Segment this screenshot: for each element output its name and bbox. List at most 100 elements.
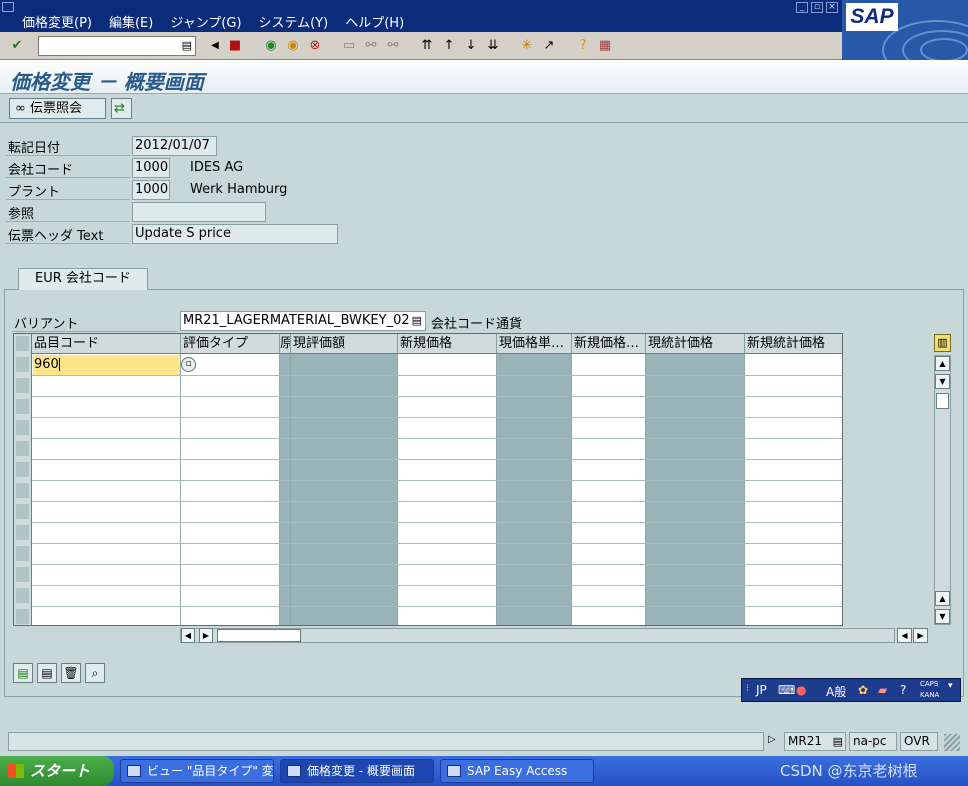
scroll-down-icon[interactable]: ▼ [935,374,950,389]
header-origin[interactable]: 原 [280,334,291,354]
first-page-icon[interactable]: ⇈ [418,37,436,55]
system-menu-icon[interactable] [2,2,14,12]
ime-dictionary-icon[interactable]: ✿ [858,683,868,697]
header-current-price-unit[interactable]: 現価格単… [497,334,572,354]
enter-icon[interactable]: ✔ [8,37,26,55]
start-button[interactable]: スタート [0,756,114,786]
cancel-icon[interactable]: ⊗ [306,37,324,55]
save-icon[interactable]: ■ [226,37,244,55]
row-selector[interactable] [16,420,29,435]
variant-field[interactable]: MR21_LAGERMATERIAL_BWKEY_02 ▤ [180,311,426,331]
row-selector[interactable] [16,588,29,603]
header-material[interactable]: 品目コード [32,334,181,354]
menu-system[interactable]: システム(Y) [259,12,329,31]
valuation-type-f4-icon[interactable]: ▫ [181,357,196,372]
status-insert-mode[interactable]: OVR [900,732,938,751]
row-selector[interactable] [16,378,29,393]
back-icon[interactable]: ◉ [262,37,280,55]
scroll-right-icon[interactable]: ▶ [199,628,213,643]
ime-tools-icon[interactable]: ▰ [878,683,887,697]
delete-row-icon[interactable]: 🗑 [61,663,81,683]
ime-options-icon[interactable]: ▾ [948,681,953,691]
row-selector[interactable] [16,525,29,540]
menu-price-change[interactable]: 価格変更(P) [22,12,92,31]
command-field[interactable]: ▤ [38,36,196,56]
previous-page-icon[interactable]: ↑ [440,37,458,55]
row-selector[interactable] [16,357,29,372]
close-icon[interactable]: × [826,2,838,13]
help-icon[interactable]: ? [574,37,592,55]
header-new-price[interactable]: 新規価格 [398,334,497,354]
row-selector[interactable] [16,483,29,498]
tab-eur-company-code[interactable]: EUR 会社コード [18,268,148,290]
sap-window-icon [447,765,461,777]
menu-help[interactable]: ヘルプ(H) [345,12,404,31]
ime-help-icon[interactable]: ? [900,683,906,697]
table-settings-icon[interactable]: ▥ [934,334,951,352]
deselect-rows-icon[interactable]: ▤ [37,663,57,683]
display-document-label: 伝票照会 [29,101,82,116]
resize-grip-icon[interactable] [944,734,960,751]
detail-view-icon[interactable]: ⌕ [85,663,105,683]
ime-pad-icon[interactable]: ● [796,683,806,697]
header-valuation-type[interactable]: 評価タイプ [181,334,280,354]
header-current-value[interactable]: 現評価額 [291,334,398,354]
header-new-stat-price[interactable]: 新規統計価格 [745,334,842,354]
glasses-icon: ∞ [15,101,26,116]
row-selector[interactable] [16,504,29,519]
document-header-text-label: 伝票ヘッダ Text [8,229,104,244]
vertical-scrollbar[interactable]: ▲ ▼ ▲ ▼ [934,355,951,625]
ime-language-bar: ⁝ JP ⌨ ● A般 ✿ ▰ ? CAPS KANA ▾ [741,678,961,702]
scroll-up-icon[interactable]: ▲ [935,591,950,606]
session-info-icon[interactable]: ▤ [833,733,843,750]
row-selector[interactable] [16,567,29,582]
display-document-button[interactable]: ∞ 伝票照会 [9,98,106,119]
posting-date-field: 2012/01/07 [132,136,217,156]
find-next-icon[interactable]: ⚯ [384,37,402,55]
select-all-rows-icon[interactable]: ▤ [13,663,33,683]
row-selector[interactable] [16,546,29,561]
row-selector[interactable] [16,441,29,456]
print-icon[interactable]: ▭ [340,37,358,55]
menu-goto[interactable]: ジャンプ(G) [170,12,241,31]
shortcut-icon[interactable]: ↗ [540,37,558,55]
taskbar-item-active[interactable]: 価格変更 - 概要画面 [280,759,434,783]
ime-input-mode[interactable]: A般 [826,683,846,700]
create-session-icon[interactable]: ✳ [518,37,536,55]
row-selector[interactable] [16,462,29,477]
horizontal-scrollbar[interactable]: ◀ ▶ [180,628,895,643]
row-selector[interactable] [16,399,29,414]
material-input[interactable]: 960 [33,355,180,375]
status-expand-icon[interactable]: ▷ [768,734,776,745]
change-display-icon[interactable]: ⇄ [111,98,132,119]
scroll-up-icon[interactable]: ▲ [935,356,950,371]
scroll-right-icon[interactable]: ▶ [913,628,928,643]
horizontal-scroll-thumb[interactable] [217,629,301,642]
taskbar-item[interactable]: ビュー "品目タイプ" 変... [120,759,274,783]
keyboard-icon[interactable]: ⌨ [778,683,795,697]
taskbar-item-label: 価格変更 - 概要画面 [307,764,415,778]
header-new-price-unit[interactable]: 新規価格… [572,334,646,354]
row-selector[interactable] [16,609,29,624]
ime-mode[interactable]: JP [756,683,767,697]
last-page-icon[interactable]: ⇊ [484,37,502,55]
application-toolbar: ∞ 伝票照会 ⇄ [0,95,968,123]
header-current-stat-price[interactable]: 現統計価格 [646,334,745,354]
history-dropdown-icon[interactable]: ▤ [182,39,192,52]
minimize-icon[interactable]: _ [796,2,808,13]
exit-icon[interactable]: ◉ [284,37,302,55]
select-all-button[interactable] [16,336,29,351]
menu-items: 価格変更(P) 編集(E) ジャンプ(G) システム(Y) ヘルプ(H) [22,12,404,31]
plant-label: プラント [8,185,61,200]
scroll-down-icon[interactable]: ▼ [935,609,950,624]
layout-icon[interactable]: ▦ [596,37,614,55]
variant-dropdown-icon[interactable]: ▤ [412,312,422,330]
taskbar-item[interactable]: SAP Easy Access [440,759,594,783]
find-icon[interactable]: ⚯ [362,37,380,55]
menu-edit[interactable]: 編集(E) [109,12,153,31]
restore-icon[interactable]: ▫ [811,2,823,13]
next-page-icon[interactable]: ↓ [462,37,480,55]
scroll-left-icon[interactable]: ◀ [897,628,912,643]
scroll-left-icon[interactable]: ◀ [181,628,195,643]
vertical-scroll-thumb[interactable] [936,393,949,409]
